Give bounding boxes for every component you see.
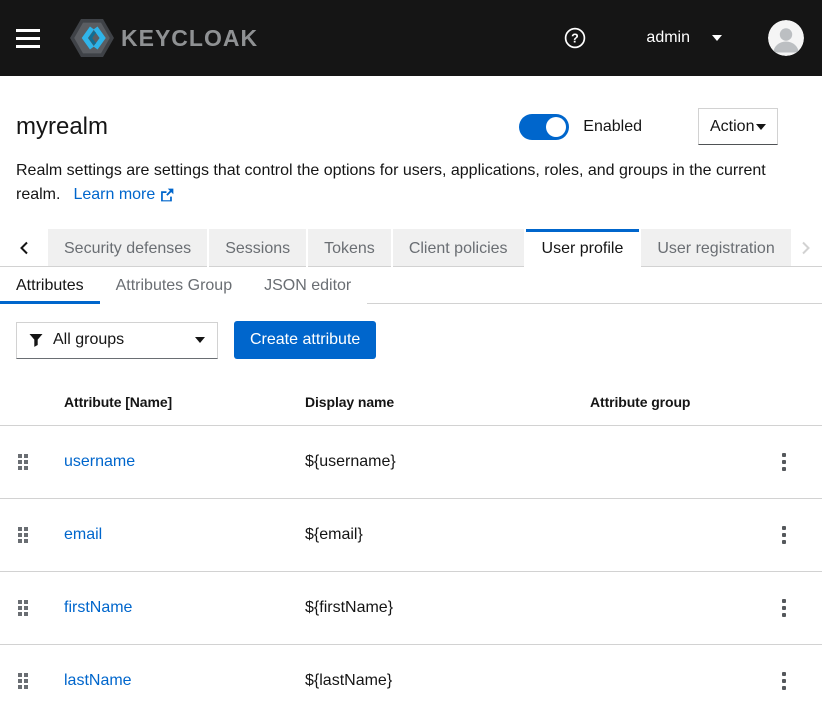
enabled-label: Enabled [583,118,642,136]
tabs-list: Security defenses Sessions Tokens Client… [48,229,791,267]
user-profile-subtabbar: Attributes Attributes Group JSON editor [0,267,822,304]
kebab-icon [782,453,786,457]
row-actions-kebab-button[interactable] [776,520,792,550]
action-label: Action [710,118,754,136]
create-attribute-button[interactable]: Create attribute [234,321,376,359]
keycloak-hexagon-icon [70,18,114,58]
tab-sessions[interactable]: Sessions [209,229,306,267]
column-header-display-name: Display name [305,394,590,410]
user-menu-button[interactable]: admin [646,29,722,47]
attribute-display-name: ${lastName} [305,672,590,690]
nav-toggle-button[interactable] [16,29,40,48]
subtab-json-editor[interactable]: JSON editor [248,267,367,304]
brand-wordmark: KEYCLOAK [121,25,258,52]
kebab-icon [782,526,786,530]
svg-text:?: ? [572,31,580,45]
table-row: username ${username} [0,426,822,499]
table-header-row: Attribute [Name] Display name Attribute … [0,378,822,426]
title-row: myrealm Enabled Action [16,108,806,145]
row-actions-kebab-button[interactable] [776,666,792,696]
column-header-attribute-group: Attribute group [590,394,758,410]
page-title: myrealm [16,113,108,141]
attribute-display-name: ${email} [305,526,590,544]
tabs-scroll-right-button[interactable] [791,229,822,267]
chevron-left-icon [18,241,30,255]
masthead-right: ? admin [564,20,804,56]
group-filter-value: All groups [53,331,124,349]
column-header-attribute-name: Attribute [Name] [64,394,305,410]
drag-handle[interactable] [18,527,28,543]
hamburger-icon [16,29,40,32]
table-row: firstName ${firstName} [0,572,822,645]
chevron-down-icon [712,35,722,41]
attributes-toolbar: All groups Create attribute [0,321,822,359]
enabled-toggle[interactable] [519,114,569,140]
tab-user-registration[interactable]: User registration [641,229,790,267]
attribute-name-link[interactable]: email [64,526,102,543]
learn-more-label: Learn more [73,183,155,207]
chevron-down-icon [195,337,205,343]
drag-handle[interactable] [18,454,28,470]
row-actions-kebab-button[interactable] [776,447,792,477]
chevron-down-icon [756,124,766,130]
group-filter-select[interactable]: All groups [16,322,218,359]
action-dropdown[interactable]: Action [698,108,778,145]
tab-tokens[interactable]: Tokens [308,229,391,267]
attribute-name-link[interactable]: firstName [64,599,132,616]
attribute-name-link[interactable]: lastName [64,672,132,689]
tab-security-defenses[interactable]: Security defenses [48,229,207,267]
help-icon: ? [564,27,586,49]
drag-handle[interactable] [18,600,28,616]
keycloak-logo[interactable]: KEYCLOAK [70,18,258,58]
external-link-icon [160,188,174,202]
attribute-display-name: ${firstName} [305,599,590,617]
chevron-right-icon [800,241,812,255]
tabs-scroll-left-button[interactable] [0,229,48,267]
learn-more-link[interactable]: Learn more [73,183,174,207]
subtab-attributes-group[interactable]: Attributes Group [100,267,249,304]
page-header: myrealm Enabled Action Realm settings ar… [0,76,822,207]
attributes-table: Attribute [Name] Display name Attribute … [0,378,822,707]
subtab-attributes[interactable]: Attributes [0,267,100,304]
table-row: lastName ${lastName} [0,645,822,707]
kebab-icon [782,672,786,676]
username-label: admin [646,29,690,47]
header-controls: Enabled Action [519,108,778,145]
realm-settings-tabbar: Security defenses Sessions Tokens Client… [0,229,822,267]
avatar-icon [768,20,804,56]
drag-handle[interactable] [18,673,28,689]
help-button[interactable]: ? [564,27,586,49]
kebab-icon [782,599,786,603]
realm-description: Realm settings are settings that control… [16,159,806,207]
table-row: email ${email} [0,499,822,572]
toggle-knob [546,117,566,137]
avatar[interactable] [768,20,804,56]
attribute-name-link[interactable]: username [64,453,135,470]
attribute-display-name: ${username} [305,453,590,471]
filter-icon [29,333,43,347]
masthead: KEYCLOAK ? admin [0,0,822,76]
row-actions-kebab-button[interactable] [776,593,792,623]
tab-user-profile[interactable]: User profile [526,229,640,267]
tab-client-policies[interactable]: Client policies [393,229,524,267]
